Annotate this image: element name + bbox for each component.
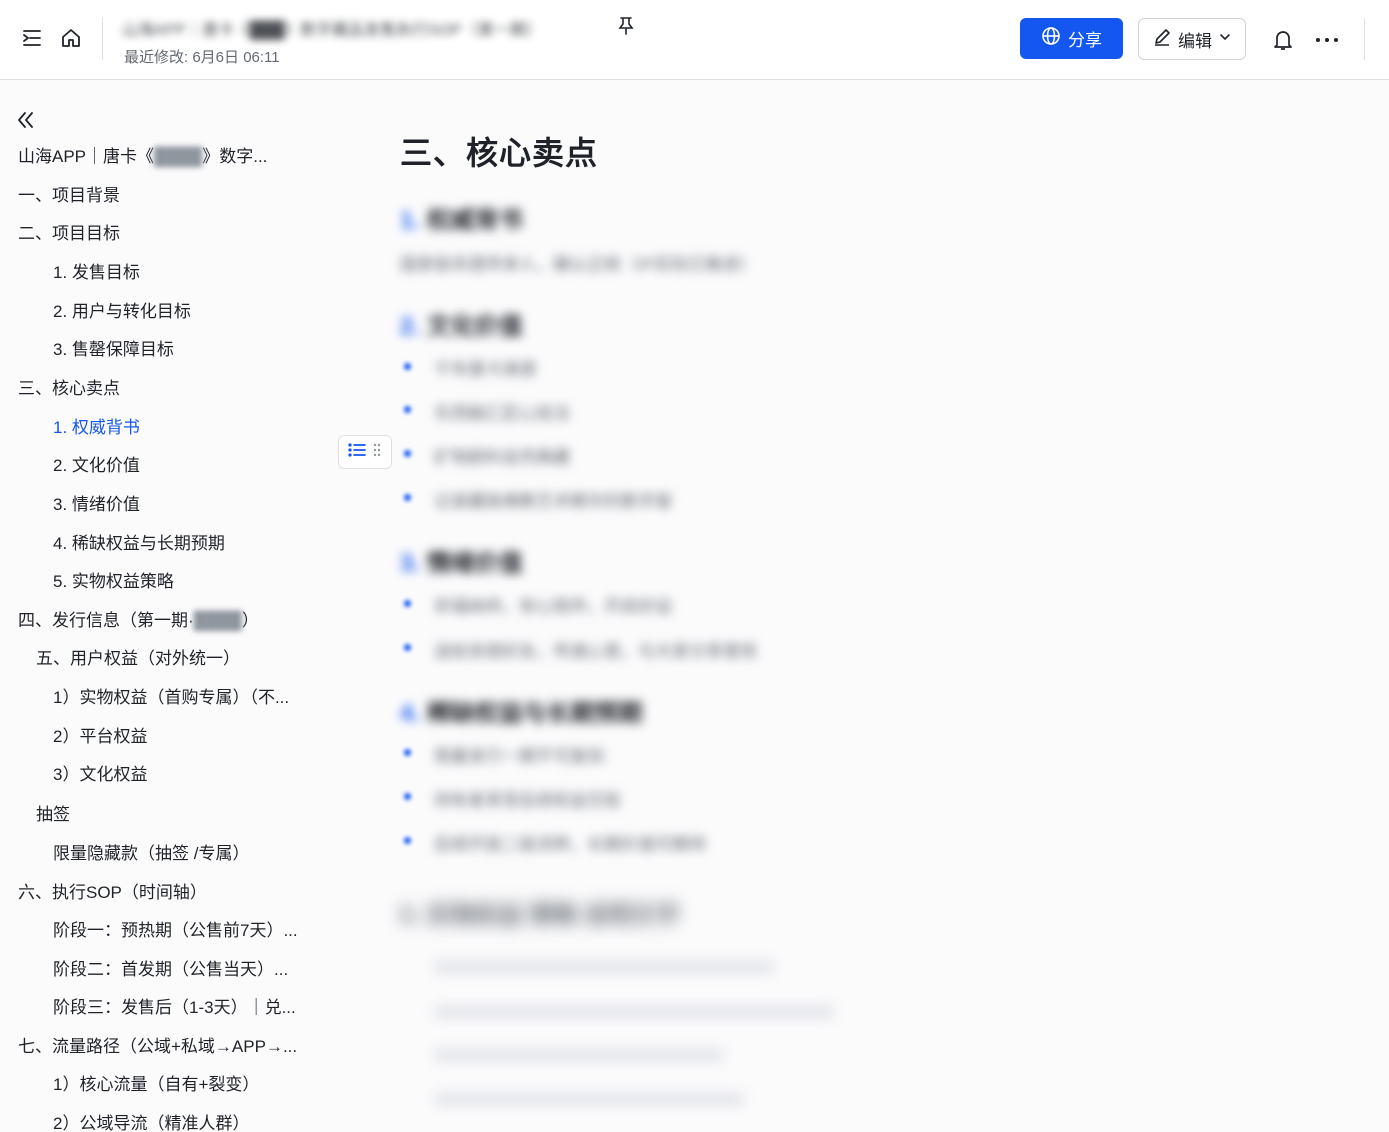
toc-item[interactable]: 2）平台权益 <box>53 726 147 748</box>
blurred-line <box>434 1092 744 1106</box>
toc-item[interactable]: 3. 情绪价值 <box>53 494 140 516</box>
toc-item[interactable]: 一、项目背景 <box>18 185 120 207</box>
bullet-item: 记录藏族佛教艺术精华的数字窗 <box>434 492 672 511</box>
edit-button[interactable]: 编辑 <box>1138 18 1246 60</box>
bullet-dot <box>404 406 411 413</box>
blurred-line <box>434 1005 834 1019</box>
toc-item[interactable]: 阶段一：预热期（公售前7天）... <box>53 920 298 942</box>
bullet-dot <box>404 450 411 457</box>
toc-item[interactable]: 3）文化权益 <box>53 764 147 786</box>
list-icon[interactable] <box>348 442 366 463</box>
toggle-outline-icon[interactable] <box>18 24 46 52</box>
section-heading: 三、核心卖点 <box>400 135 599 171</box>
toc-item[interactable]: 1. 发售目标 <box>53 262 140 284</box>
toc-item[interactable]: 4. 稀缺权益与长期预期 <box>53 533 225 555</box>
toc-item[interactable]: 2. 文化价值 <box>53 455 140 477</box>
more-icon[interactable] <box>1312 26 1342 54</box>
bullet-item: 矿物颜料自然典藏 <box>434 448 570 467</box>
document-title[interactable]: 山海APP｜唐卡《███》数字藏品发售执行SOP（第一期） <box>122 16 542 40</box>
bullet-item: 限量发行一期不可复刻 <box>434 747 604 766</box>
home-icon[interactable] <box>57 24 85 52</box>
toc-item[interactable]: 抽签 <box>36 804 70 826</box>
bullet-item: 持有者享受后续权益空投 <box>434 791 621 810</box>
block-handle[interactable] <box>338 435 392 469</box>
header-divider <box>102 18 103 60</box>
last-modified: 最近修改: 6月6日 06:11 <box>124 49 280 66</box>
bullet-dot <box>404 494 411 501</box>
drag-handle-icon[interactable] <box>372 442 382 463</box>
toc-item[interactable]: 二、项目目标 <box>18 223 120 245</box>
toc-item[interactable]: 3. 售罄保障目标 <box>53 339 174 361</box>
toc-item[interactable]: 5. 实物权益策略 <box>53 571 174 593</box>
toc-item[interactable]: 2）公域导流（精准人群） <box>53 1113 249 1132</box>
share-label: 分享 <box>1068 31 1102 50</box>
bullet-item: 东西融汇匠心技法 <box>434 404 570 423</box>
bullet-item: 送给亲朋好友，传递心意，与大家分享喜悦 <box>434 642 757 661</box>
globe-icon <box>1041 26 1061 51</box>
subheading-2: 2. 文化价值 <box>400 313 523 340</box>
bullet-item: 千年唐卡渊源 <box>434 360 536 379</box>
bell-icon[interactable] <box>1269 26 1297 54</box>
toc-item[interactable]: 七、流量路径（公域+私域→APP→... <box>18 1036 297 1058</box>
chevron-down-icon <box>1218 29 1232 49</box>
toc-item[interactable]: 2. 用户与转化目标 <box>53 301 191 323</box>
pin-icon[interactable] <box>614 14 638 38</box>
share-button[interactable]: 分享 <box>1020 18 1123 59</box>
toc-item[interactable]: 三、核心卖点 <box>18 378 120 400</box>
toc-item[interactable]: 六、执行SOP（时间轴） <box>18 882 207 904</box>
toc-item[interactable]: 1）核心流量（自有+裂变） <box>53 1074 259 1096</box>
toc-item[interactable]: 阶段三：发售后（1-3天）｜兑... <box>53 997 296 1019</box>
blurred-line <box>434 1048 724 1062</box>
bullet-item: 后续开放二级流转，长期价值可期待 <box>434 835 706 854</box>
bullet-dot <box>404 644 411 651</box>
toc-item[interactable]: 阶段二：首发期（公售当天）... <box>53 959 288 981</box>
bullet-dot <box>404 837 411 844</box>
paragraph: 国家级非遗传承人，确认正统（IP实际已推进） <box>400 255 757 274</box>
bullet-dot <box>404 600 411 607</box>
toc-item[interactable]: 限量隐藏款（抽签 /专属） <box>53 843 249 865</box>
collapse-sidebar-icon[interactable] <box>12 106 40 134</box>
bullet-dot <box>404 749 411 756</box>
header-divider-right <box>1364 18 1365 60</box>
pencil-icon <box>1152 27 1172 52</box>
bullet-item: 祈福纳祥，安心陪伴，开启好运 <box>434 597 672 616</box>
toc-item[interactable]: 1）实物权益（首购专属）（不... <box>53 687 289 709</box>
bullet-dot <box>404 793 411 800</box>
toc-item[interactable]: 五、用户权益（对外统一） <box>36 648 240 670</box>
bullet-dot <box>404 363 411 370</box>
toc-item-active[interactable]: 1. 权威背书 <box>53 417 140 439</box>
toc-root[interactable]: 山海APP｜唐卡《████》数字... <box>18 146 267 168</box>
top-header: 山海APP｜唐卡《███》数字藏品发售执行SOP（第一期） 最近修改: 6月6日… <box>0 0 1389 80</box>
subheading-3: 3. 情绪价值 <box>400 550 523 577</box>
edit-label: 编辑 <box>1178 31 1212 51</box>
subheading-1: 1. 权威背书 <box>400 207 523 234</box>
subheading-4: 4. 稀缺权益与长期预期 <box>400 700 643 727</box>
subheading-5: 5. 实物权益 策略 说明文字 <box>400 902 681 929</box>
toc-item[interactable]: 四、发行信息（第一期·████） <box>18 610 259 632</box>
blurred-line <box>434 960 774 974</box>
